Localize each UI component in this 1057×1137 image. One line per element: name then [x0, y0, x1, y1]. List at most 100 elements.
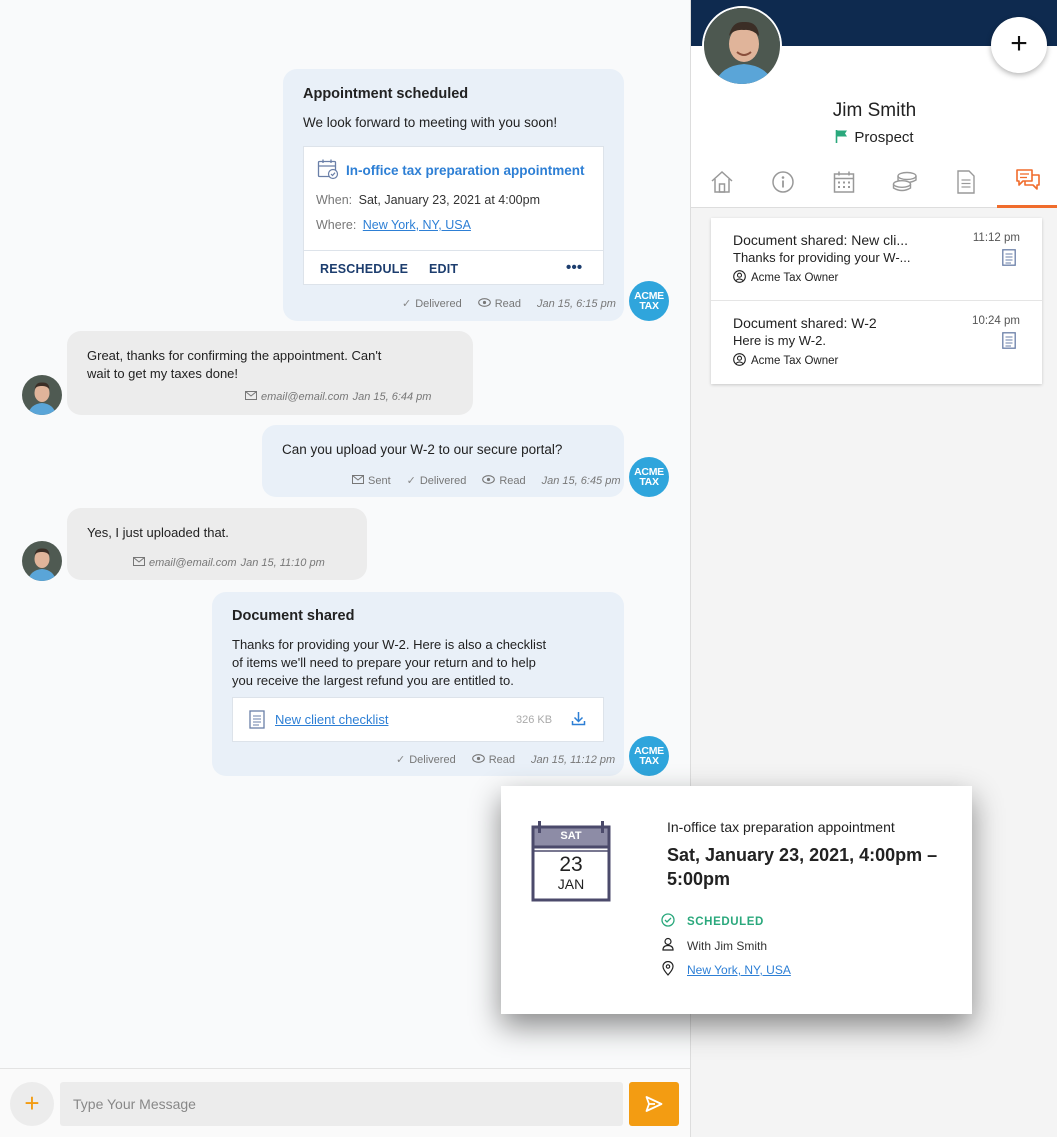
check-icon: ✓: [402, 298, 412, 310]
owner-name: Acme Tax Owner: [751, 272, 839, 284]
contact-status-label: Prospect: [854, 129, 914, 146]
sender-email: email@email.com: [261, 391, 349, 403]
conversation-preview: Thanks for providing your W-...: [733, 250, 911, 265]
reschedule-button[interactable]: RESCHEDULE: [320, 262, 408, 276]
more-options-button[interactable]: •••: [566, 259, 582, 276]
delivered-status: Delivered: [409, 753, 456, 766]
message-meta: email@email.com Jan 15, 11:10 pm: [133, 557, 325, 569]
user-circle-icon: [733, 270, 746, 286]
check-icon: ✓: [406, 475, 416, 487]
conversation-time: 10:24 pm: [972, 315, 1020, 327]
send-icon: [645, 1095, 663, 1118]
client-avatar: [22, 375, 62, 415]
check-icon: ✓: [396, 754, 406, 766]
document-icon: [1002, 332, 1016, 354]
contact-status: Prospect: [691, 129, 1057, 147]
message-text: We look forward to meeting with you soon…: [303, 115, 558, 130]
conversation-title: Document shared: W-2: [733, 315, 877, 331]
popup-with-row: With Jim Smith: [661, 937, 767, 954]
calendar-month: JAN: [557, 876, 585, 892]
tab-messages[interactable]: [997, 160, 1057, 208]
sender-email: email@email.com: [149, 557, 237, 569]
message-meta: email@email.com Jan 15, 6:44 pm: [245, 391, 431, 403]
home-icon: [709, 170, 735, 199]
popup-status-row: SCHEDULED: [661, 913, 764, 930]
read-status: Read: [488, 753, 515, 766]
message-time: Jan 15, 6:15 pm: [536, 297, 616, 310]
calendar-icon: [832, 170, 856, 199]
appointment-name-link[interactable]: In-office tax preparation appointment: [346, 163, 585, 178]
download-icon[interactable]: [571, 711, 586, 731]
when-value: Sat, January 23, 2021 at 4:00pm: [358, 193, 540, 207]
conversation-item[interactable]: Document shared: New cli... Thanks for p…: [711, 218, 1042, 301]
message-time: Jan 15, 6:44 pm: [352, 391, 432, 403]
message-text-line3: you receive the largest refund you are e…: [232, 673, 514, 688]
chat-icon: [1015, 168, 1041, 197]
acme-tax-avatar: ACME TAX: [629, 281, 669, 321]
delivered-status: Delivered: [419, 474, 467, 487]
envelope-icon: [133, 557, 145, 569]
document-icon: [956, 169, 976, 199]
message-input[interactable]: [60, 1082, 623, 1126]
message-time: Jan 15, 6:45 pm: [541, 474, 621, 487]
when-label: When:: [316, 193, 353, 207]
where-link[interactable]: New York, NY, USA: [363, 218, 471, 232]
tab-info[interactable]: [752, 160, 813, 208]
tab-calendar[interactable]: [813, 160, 874, 208]
tab-documents[interactable]: [935, 160, 996, 208]
map-pin-icon: [661, 960, 675, 979]
popup-with: With Jim Smith: [687, 938, 768, 953]
avatar-text: ACME TAX: [634, 466, 664, 488]
appointment-actions: RESCHEDULE EDIT •••: [304, 250, 603, 285]
popup-location-row: New York, NY, USA: [661, 960, 791, 979]
document-size: 326 KB: [516, 714, 553, 726]
message-document-shared: Document shared Thanks for providing you…: [212, 592, 624, 776]
read-status: Read: [494, 297, 521, 310]
popup-appointment-title: In-office tax preparation appointment: [667, 819, 895, 835]
contact-name: Jim Smith: [832, 100, 917, 121]
delivered-status: Delivered: [415, 297, 462, 310]
conversation-preview: Here is my W-2.: [733, 333, 826, 348]
calendar-day: 23: [559, 853, 583, 876]
contact-tabs: [691, 160, 1057, 208]
conversation-list: Document shared: New cli... Thanks for p…: [711, 218, 1042, 384]
client-avatar: [22, 541, 62, 581]
calendar-check-icon: [317, 158, 339, 185]
add-button[interactable]: +: [991, 17, 1047, 73]
message-text-line2: of items we'll need to prepare your retu…: [232, 655, 536, 670]
sent-status: Sent: [368, 474, 391, 487]
calendar-weekday: SAT: [560, 830, 582, 842]
add-attachment-button[interactable]: +: [10, 1082, 54, 1126]
message-text-line1: Thanks for providing your W-2. Here is a…: [232, 637, 547, 652]
user-circle-icon: [733, 353, 746, 369]
flag-icon: [835, 129, 849, 147]
tab-payments[interactable]: [874, 160, 935, 208]
eye-icon: [471, 753, 485, 766]
message-meta: Sent ✓ Delivered Read Jan 15, 6:45 pm: [352, 474, 621, 487]
edit-button[interactable]: EDIT: [429, 262, 458, 276]
document-attachment: New client checklist 326 KB: [232, 697, 604, 742]
document-icon: [1002, 249, 1016, 271]
message-composer: +: [0, 1068, 690, 1137]
popup-appointment-when: Sat, January 23, 2021, 4:00pm – 5:00pm: [667, 845, 938, 889]
appointment-where: Where: New York, NY, USA: [316, 218, 471, 232]
calendar-date-icon: SAT 23 JAN: [531, 820, 611, 902]
message-time: Jan 15, 11:10 pm: [240, 557, 325, 569]
tab-home[interactable]: [691, 160, 752, 208]
document-icon: [249, 710, 265, 734]
message-title: Document shared: [232, 608, 355, 624]
where-label: Where:: [316, 218, 357, 232]
conversation-title: Document shared: New cli...: [733, 232, 909, 248]
conversation-item[interactable]: Document shared: W-2 Here is my W-2. Acm…: [711, 301, 1042, 384]
conversation-owner: Acme Tax Owner: [733, 353, 838, 369]
popup-location-link[interactable]: New York, NY, USA: [687, 963, 791, 977]
acme-tax-avatar: ACME TAX: [629, 457, 669, 497]
avatar-text: ACME TAX: [634, 290, 664, 312]
eye-icon: [477, 297, 491, 310]
document-link[interactable]: New client checklist: [275, 712, 388, 727]
message-title: Appointment scheduled: [303, 86, 469, 102]
send-button[interactable]: [629, 1082, 679, 1126]
appointment-when: When: Sat, January 23, 2021 at 4:00pm: [316, 193, 540, 207]
contact-avatar: [702, 6, 782, 86]
appointment-popup: SAT 23 JAN In-office tax preparation app…: [501, 786, 972, 1014]
